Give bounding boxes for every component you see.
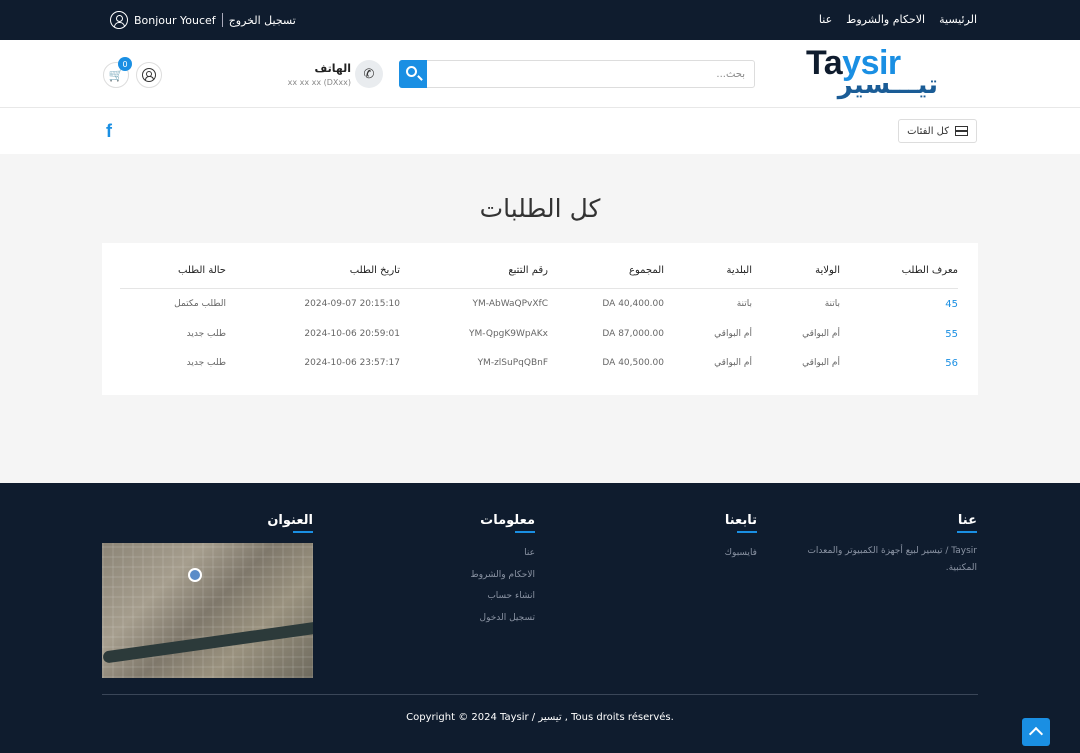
- col-date: تاريخ الطلب: [349, 265, 400, 276]
- footer-address-title: العنوان: [267, 513, 313, 533]
- copyright-text: Copyright © 2024 Taysir / تيسير , Tous d…: [406, 712, 674, 723]
- search-icon: [406, 66, 417, 77]
- footer-link-about[interactable]: عنا: [470, 548, 535, 570]
- order-total: DA 40,500.00: [602, 358, 664, 368]
- top-bar: الرئيسية الاحكام والشروط عنا Bonjour You…: [0, 0, 1080, 40]
- col-tracking: رقم التتبع: [508, 265, 548, 276]
- nav-about[interactable]: عنا: [819, 13, 832, 26]
- table-row: 56 أم البواقي أم البواقي DA 40,500.00 YM…: [120, 358, 958, 388]
- order-status: طلب جديد: [186, 329, 226, 339]
- order-status: الطلب مكتمل: [174, 299, 226, 309]
- order-municipality: باتنة: [736, 299, 752, 309]
- user-area: Bonjour Youcef تسجيل الخروج: [110, 11, 296, 29]
- scroll-to-top-button[interactable]: [1022, 718, 1050, 746]
- footer-link-login[interactable]: تسجيل الدخول: [470, 613, 535, 635]
- facebook-icon[interactable]: f: [106, 121, 112, 142]
- order-date: 2024-10-06 23:57:17: [304, 358, 400, 368]
- map-pin-icon: [188, 568, 202, 582]
- order-municipality: أم البواقي: [714, 329, 752, 339]
- footer-info-links: عنا الاحكام والشروط انشاء حساب تسجيل الد…: [470, 548, 535, 634]
- order-total: DA 40,400.00: [602, 299, 664, 309]
- col-municipality: البلدية: [726, 265, 752, 276]
- phone-contact: ✆ الهاتف xx xx xx (DXxx): [288, 58, 385, 92]
- logout-link[interactable]: تسجيل الخروج: [229, 14, 296, 27]
- greeting-text: Bonjour Youcef: [134, 13, 216, 27]
- order-tracking: YM-QpgK9WpAKx: [469, 329, 548, 339]
- location-map[interactable]: [102, 543, 313, 678]
- search-button[interactable]: [399, 60, 427, 88]
- order-id-link[interactable]: 55: [945, 329, 958, 340]
- nav-home[interactable]: الرئيسية: [939, 13, 977, 26]
- all-categories-label: كل الفئات: [907, 125, 949, 137]
- order-id-link[interactable]: 45: [945, 299, 958, 310]
- footer-divider: [102, 694, 978, 695]
- footer-about-text: Taysir / تيسير لبيع أجهزة الكمبيوتر والم…: [807, 546, 977, 573]
- orders-table: معرف الطلب الولاية البلدية المجموع رقم ا…: [102, 243, 978, 395]
- order-state: أم البواقي: [802, 329, 840, 339]
- table-header: معرف الطلب الولاية البلدية المجموع رقم ا…: [120, 265, 958, 289]
- category-bar: كل الفئات: [0, 108, 1080, 154]
- footer-facebook-link[interactable]: فايسبوك: [725, 548, 757, 570]
- search-box: [399, 60, 755, 88]
- site-logo[interactable]: Taysir تيـــسير: [806, 44, 942, 104]
- footer-link-register[interactable]: انشاء حساب: [470, 591, 535, 613]
- top-nav: الرئيسية الاحكام والشروط عنا: [819, 13, 977, 26]
- account-icon: [142, 68, 156, 82]
- order-date: 2024-10-06 20:59:01: [304, 329, 400, 339]
- table-row: 55 أم البواقي أم البواقي DA 87,000.00 YM…: [120, 329, 958, 359]
- order-tracking: YM-AbWaQPvXfC: [472, 299, 548, 309]
- header-icons: 🛒 0: [103, 57, 162, 88]
- search-input[interactable]: [428, 61, 753, 87]
- user-separator: [221, 13, 223, 27]
- footer-follow-title: تابعنا: [724, 513, 758, 533]
- nav-terms[interactable]: الاحكام والشروط: [846, 13, 925, 26]
- order-date: 2024-09-07 20:15:10: [304, 299, 400, 309]
- phone-icon: ✆: [355, 60, 383, 88]
- order-state: باتنة: [824, 299, 840, 309]
- site-footer: عنا Taysir / تيسير لبيع أجهزة الكمبيوتر …: [0, 483, 1080, 753]
- order-status: طلب جديد: [186, 358, 226, 368]
- cart-button[interactable]: 🛒 0: [103, 57, 132, 88]
- order-state: أم البواقي: [802, 358, 840, 368]
- order-total: DA 87,000.00: [602, 329, 664, 339]
- table-row: 45 باتنة باتنة DA 40,400.00 YM-AbWaQPvXf…: [120, 299, 958, 329]
- phone-label: الهاتف: [314, 62, 351, 75]
- footer-info-title: معلومات: [480, 513, 535, 533]
- categories-icon: [955, 126, 968, 136]
- order-tracking: YM-zlSuPqQBnF: [477, 358, 548, 368]
- footer-about-title: عنا: [956, 513, 978, 533]
- all-categories-button[interactable]: كل الفئات: [898, 119, 977, 143]
- account-button[interactable]: [136, 62, 162, 88]
- logo-arabic: تيـــسير: [837, 70, 938, 100]
- cart-count-badge: 0: [118, 57, 132, 71]
- footer-follow-links: فايسبوك: [725, 548, 757, 570]
- order-id-link[interactable]: 56: [945, 358, 958, 369]
- phone-number: xx xx xx (DXxx): [287, 78, 351, 87]
- order-municipality: أم البواقي: [714, 358, 752, 368]
- col-status: حالة الطلب: [178, 265, 226, 276]
- user-icon[interactable]: [110, 11, 128, 29]
- page-title: كل الطلبات: [479, 194, 601, 223]
- main-header: Taysir تيـــسير ✆ الهاتف xx xx xx (DXxx)…: [0, 40, 1080, 108]
- map-river: [102, 618, 313, 664]
- col-state: الولاية: [815, 265, 840, 276]
- col-order-id: معرف الطلب: [901, 265, 958, 276]
- footer-link-terms[interactable]: الاحكام والشروط: [470, 570, 535, 592]
- col-total: المجموع: [629, 265, 664, 276]
